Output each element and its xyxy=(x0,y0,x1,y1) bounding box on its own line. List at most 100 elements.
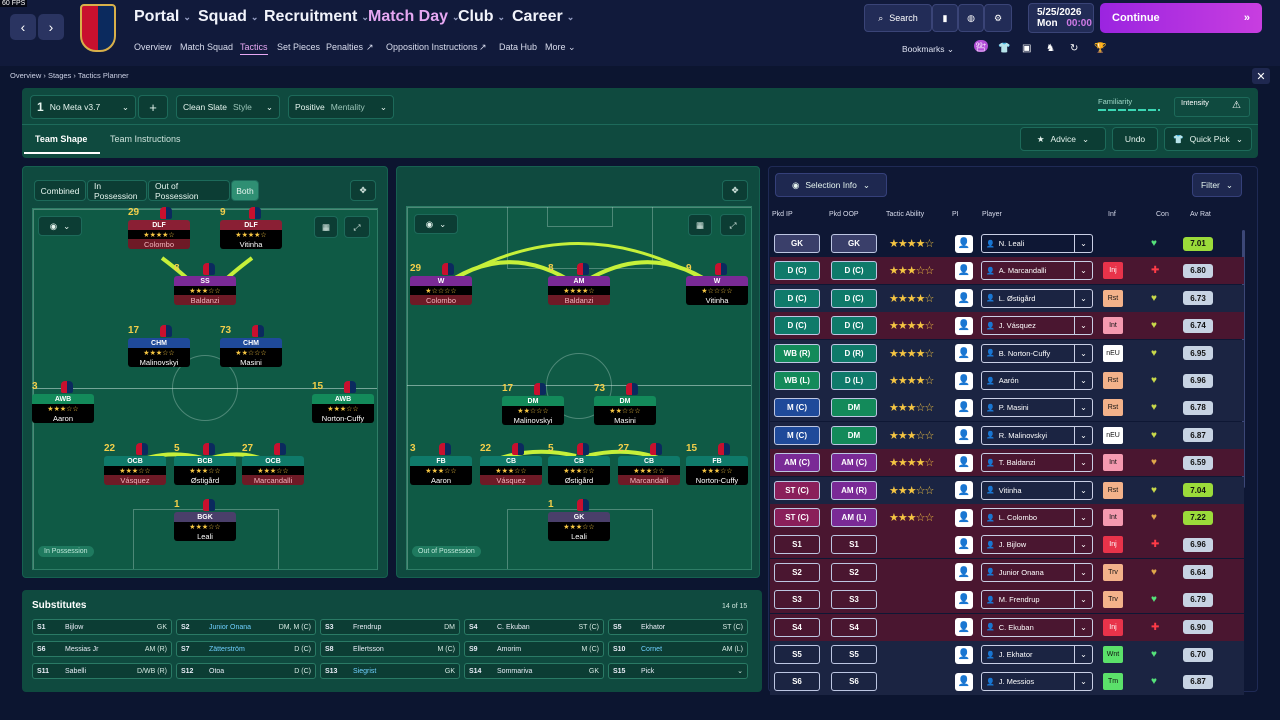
pkd-oop-badge[interactable]: D (R) xyxy=(831,343,877,363)
table-row[interactable]: S1 S1 👤 👤 J. Bijlow ⌄ Inj ✚ 6.96 xyxy=(770,531,1244,559)
player-select[interactable]: 👤 R. Malinovskyi ⌄ xyxy=(981,425,1093,445)
menu-match-day[interactable]: Match Day ⌄ xyxy=(368,8,460,26)
info-badge[interactable]: Int xyxy=(1103,509,1123,526)
bookmarks-button[interactable]: Bookmarks ⌄ xyxy=(902,44,954,55)
player-select[interactable]: 👤 J. Vásquez ⌄ xyxy=(981,316,1093,336)
player-instructions-button[interactable]: 👤 xyxy=(955,672,973,691)
table-row[interactable]: D (C) D (C) ★★★☆☆ 👤 👤 A. Marcandalli ⌄ Inj ✚ 6.80 xyxy=(770,257,1244,285)
player-card[interactable]: DM ★★☆☆☆ Malinovskyi xyxy=(502,396,564,425)
ip-player-10[interactable]: 1 BGK ★★★☆☆ Leali xyxy=(174,498,236,541)
expand-button[interactable]: ⤢ xyxy=(344,216,370,238)
player-card[interactable]: CB ★★★☆☆ Marcandalli xyxy=(618,456,680,485)
table-row[interactable]: M (C) DM ★★★☆☆ 👤 👤 P. Masini ⌄ Rst ♥ 6.78 xyxy=(770,394,1244,422)
table-row[interactable]: S6 S6 👤 👤 J. Messios ⌄ Tm ♥ 6.87 xyxy=(770,668,1244,696)
refresh-icon[interactable]: ↻ xyxy=(1070,43,1078,54)
pkd-oop-badge[interactable]: AM (C) xyxy=(831,453,877,473)
submenu-penalties[interactable]: Penalties xyxy=(326,42,363,52)
oop-player-3[interactable]: 17 DM ★★☆☆☆ Malinovskyi xyxy=(502,382,564,425)
info-badge[interactable]: Rst xyxy=(1103,289,1123,307)
chevron-down-icon[interactable]: ⌄ xyxy=(1074,344,1092,362)
oop-player-2[interactable]: 9 W ★☆☆☆☆ Vitinha xyxy=(686,262,748,305)
player-select[interactable]: 👤 Junior Onana ⌄ xyxy=(981,562,1093,582)
search-button[interactable]: ⌕ Search xyxy=(864,4,932,32)
pkd-ip-badge[interactable]: D (C) xyxy=(774,288,820,308)
pkd-oop-badge[interactable]: S3 xyxy=(831,590,877,610)
chevron-down-icon[interactable]: ⌄ xyxy=(1074,317,1092,335)
player-select[interactable]: 👤 J. Ekhator ⌄ xyxy=(981,645,1093,664)
scout-icon[interactable]: ♞ xyxy=(1046,43,1055,54)
table-row[interactable]: D (C) D (C) ★★★★☆ 👤 👤 L. Østigård ⌄ Rst ♥ 6.73 xyxy=(770,284,1244,312)
substitute-slot[interactable]: S2 Junior Onana DM, M (C) xyxy=(176,619,316,635)
player-instructions-button[interactable]: 👤 xyxy=(955,508,973,527)
header-player[interactable]: Player xyxy=(982,211,1002,218)
oop-player-10[interactable]: 1 GK ★★★☆☆ Leali xyxy=(548,498,610,541)
table-row[interactable]: WB (R) D (R) ★★★★☆ 👤 👤 B. Norton-Cuffy ⌄ nEU ♥ 6.… xyxy=(770,339,1244,367)
player-instructions-button[interactable]: 👤 xyxy=(955,426,973,445)
mentality-select[interactable]: Positive Mentality ⌄ xyxy=(288,95,394,119)
ip-player-0[interactable]: 29 DLF ★★★★☆ Colombo xyxy=(128,206,190,249)
pkd-oop-badge[interactable]: S2 xyxy=(831,562,877,582)
player-card[interactable]: GK ★★★☆☆ Leali xyxy=(548,512,610,541)
menu-recruitment[interactable]: Recruitment ⌄ xyxy=(264,8,369,26)
ip-player-4[interactable]: 73 CHM ★★☆☆☆ Masini xyxy=(220,324,282,367)
oop-player-7[interactable]: 5 CB ★★★☆☆ Østigård xyxy=(548,442,610,485)
menu-club[interactable]: Club ⌄ xyxy=(458,8,505,26)
header-inf[interactable]: Inf xyxy=(1108,211,1116,218)
back-button[interactable]: ‹ xyxy=(10,14,36,40)
oop-player-6[interactable]: 22 CB ★★★☆☆ Vásquez xyxy=(480,442,542,485)
table-row[interactable]: M (C) DM ★★★☆☆ 👤 👤 R. Malinovskyi ⌄ nEU ♥ 6.87 xyxy=(770,421,1244,449)
table-row[interactable]: GK GK ★★★★☆ 👤 👤 N. Leali ⌄ ♥ 7.01 xyxy=(770,230,1244,257)
quick-pick-button[interactable]: 👕 Quick Pick ⌄ xyxy=(1164,127,1252,151)
menu-career[interactable]: Career ⌄ xyxy=(512,8,574,26)
pkd-ip-badge[interactable]: GK xyxy=(774,234,820,253)
club-crest[interactable] xyxy=(80,4,116,52)
substitute-slot[interactable]: S15 Pick ⌄ xyxy=(608,663,748,679)
table-row[interactable]: S4 S4 👤 👤 C. Ekuban ⌄ Inj ✚ 6.90 xyxy=(770,613,1244,641)
substitute-slot[interactable]: S12 Otoa D (C) xyxy=(176,663,316,679)
tab-team-shape[interactable]: Team Shape xyxy=(35,134,87,144)
table-row[interactable]: ST (C) AM (L) ★★★☆☆ 👤 👤 L. Colombo ⌄ Int ♥ 7.22 xyxy=(770,504,1244,531)
info-badge[interactable] xyxy=(1103,235,1123,252)
pkd-oop-badge[interactable]: D (L) xyxy=(831,371,877,390)
pkd-oop-badge[interactable]: S6 xyxy=(831,672,877,692)
phase-tab-both[interactable]: Both xyxy=(231,180,259,201)
player-card[interactable]: BCB ★★★☆☆ Østigård xyxy=(174,456,236,485)
substitute-slot[interactable]: S8 Ellertsson M (C) xyxy=(320,641,460,657)
player-card[interactable]: CB ★★★☆☆ Østigård xyxy=(548,456,610,485)
table-row[interactable]: S5 S5 👤 👤 J. Ekhator ⌄ Wnt ♥ 6.70 xyxy=(770,641,1244,668)
player-card[interactable]: DM ★★☆☆☆ Masini xyxy=(594,396,656,425)
pkd-ip-badge[interactable]: S3 xyxy=(774,590,820,610)
player-select[interactable]: 👤 B. Norton-Cuffy ⌄ xyxy=(981,343,1093,363)
substitute-slot[interactable]: S4 C. Ekuban ST (C) xyxy=(464,619,604,635)
chevron-down-icon[interactable]: ⌄ xyxy=(1074,618,1092,636)
forward-button[interactable]: › xyxy=(38,14,64,40)
substitute-slot[interactable]: S1 Bijlow GK xyxy=(32,619,172,635)
pkd-oop-badge[interactable]: D (C) xyxy=(831,316,877,336)
submenu-opposition-instructions[interactable]: Opposition Instructions xyxy=(386,42,478,52)
breadcrumb-overview[interactable]: Overview xyxy=(10,71,41,80)
header-pi[interactable]: PI xyxy=(952,211,959,218)
table-row[interactable]: D (C) D (C) ★★★★☆ 👤 👤 J. Vásquez ⌄ Int ♥ 6.74 xyxy=(770,312,1244,340)
phase-tab-in-possession[interactable]: In Possession xyxy=(87,180,147,201)
player-instructions-button[interactable]: 👤 xyxy=(955,481,973,500)
player-instructions-button[interactable]: 👤 xyxy=(955,316,973,335)
substitute-slot[interactable]: S5 Ekhator ST (C) xyxy=(608,619,748,635)
pkd-oop-badge[interactable]: AM (R) xyxy=(831,480,877,500)
chevron-down-icon[interactable]: ⌄ xyxy=(1074,563,1092,581)
player-instructions-button[interactable]: 👤 xyxy=(955,344,973,363)
player-instructions-button[interactable]: 👤 xyxy=(955,645,973,664)
player-instructions-button[interactable]: 👤 xyxy=(955,371,973,390)
player-select[interactable]: 👤 L. Colombo ⌄ xyxy=(981,508,1093,527)
player-instructions-button[interactable]: 👤 xyxy=(955,234,973,253)
oop-player-5[interactable]: 3 FB ★★★☆☆ Aaron xyxy=(410,442,472,485)
pkd-oop-badge[interactable]: AM (L) xyxy=(831,508,877,527)
player-select[interactable]: 👤 T. Baldanzi ⌄ xyxy=(981,453,1093,473)
chevron-down-icon[interactable]: ⌄ xyxy=(1074,646,1092,663)
player-card[interactable]: OCB ★★★☆☆ Vásquez xyxy=(104,456,166,485)
player-select[interactable]: 👤 J. Bijlow ⌄ xyxy=(981,535,1093,555)
tab-team-instructions[interactable]: Team Instructions xyxy=(110,134,181,144)
pkd-oop-badge[interactable]: DM xyxy=(831,398,877,418)
expand-button-oop[interactable]: ⤢ xyxy=(720,214,746,236)
player-instructions-button[interactable]: 👤 xyxy=(955,535,973,554)
info-badge[interactable]: Rst xyxy=(1103,399,1123,417)
